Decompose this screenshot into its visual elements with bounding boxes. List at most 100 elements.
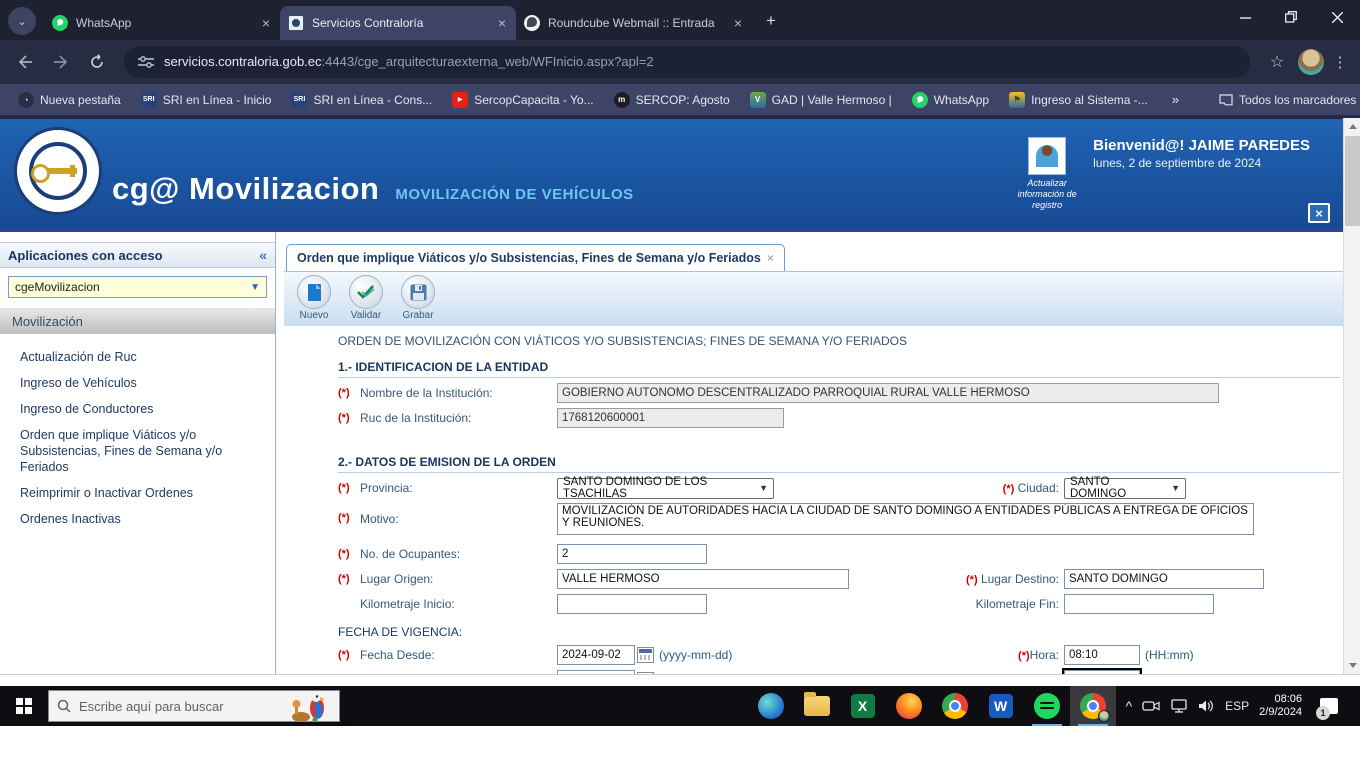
taskbar-edge-button[interactable] bbox=[748, 686, 794, 726]
meet-now-icon[interactable] bbox=[1142, 699, 1160, 713]
user-avatar-icon[interactable] bbox=[1028, 137, 1066, 175]
avatar-caption[interactable]: Actualizar información de registro bbox=[1015, 178, 1079, 211]
hora-hasta-field[interactable] bbox=[1064, 670, 1140, 674]
bookmarks-overflow-button[interactable]: » bbox=[1164, 89, 1187, 110]
new-tab-button[interactable]: + bbox=[758, 8, 784, 34]
required-marker: (*) bbox=[338, 573, 360, 585]
sidebar-item-ingreso-vehiculos[interactable]: Ingreso de Vehículos bbox=[0, 370, 275, 396]
grabar-button[interactable]: Grabar bbox=[396, 275, 440, 326]
form-title: ORDEN DE MOVILIZACIÓN CON VIÁTICOS Y/O S… bbox=[338, 334, 1360, 348]
star-icon: ☆ bbox=[1270, 52, 1284, 72]
browser-profile-avatar[interactable] bbox=[1298, 49, 1324, 75]
bookmark-sri-inicio[interactable]: SRI SRI en Línea - Inicio bbox=[133, 89, 280, 111]
tab-search-button[interactable]: ⌄ bbox=[8, 7, 36, 35]
url-host: servicios.contraloria.gob.ec bbox=[164, 54, 322, 69]
bookmark-sri-consultas[interactable]: SRI SRI en Línea - Cons... bbox=[283, 89, 440, 111]
site-info-icon[interactable] bbox=[138, 55, 154, 69]
chrome-icon bbox=[942, 693, 968, 719]
sidebar-header: Aplicaciones con acceso « bbox=[0, 242, 275, 268]
browser-menu-button[interactable]: ⋮ bbox=[1330, 53, 1350, 71]
tab-servicios-contraloria[interactable]: Servicios Contraloría × bbox=[280, 6, 516, 40]
language-indicator[interactable]: ESP bbox=[1225, 699, 1249, 713]
document-tab[interactable]: Orden que implique Viáticos y/o Subsiste… bbox=[286, 244, 785, 271]
taskbar-word-button[interactable]: W bbox=[978, 686, 1024, 726]
collapse-sidebar-icon[interactable]: « bbox=[259, 247, 267, 263]
bookmark-nueva-pestana[interactable]: ◔ Nueva pestaña bbox=[10, 89, 129, 111]
edge-icon bbox=[758, 693, 784, 719]
restore-button[interactable] bbox=[1268, 0, 1314, 34]
motivo-field[interactable]: MOVILIZACIÓN DE AUTORIDADES HACIA LA CIU… bbox=[557, 503, 1254, 535]
back-button[interactable] bbox=[10, 47, 40, 77]
bookmark-sercopcapacita[interactable]: ▶ SercopCapacita - Yo... bbox=[444, 89, 601, 111]
taskbar-chrome-active-button[interactable] bbox=[1070, 686, 1116, 726]
sidebar-item-ingreso-conductores[interactable]: Ingreso de Conductores bbox=[0, 396, 275, 422]
tab-whatsapp[interactable]: WhatsApp × bbox=[44, 6, 280, 40]
welcome-area: Actualizar información de registro Bienv… bbox=[1015, 137, 1310, 211]
calendar-icon[interactable] bbox=[637, 672, 654, 674]
minimize-button[interactable] bbox=[1222, 0, 1268, 34]
required-marker: (*) bbox=[338, 649, 360, 661]
scroll-up-icon[interactable] bbox=[1344, 118, 1360, 135]
reload-button[interactable] bbox=[82, 47, 112, 77]
bookmark-ingreso-sistema[interactable]: ⚑ Ingreso al Sistema -... bbox=[1001, 89, 1156, 111]
calendar-icon[interactable] bbox=[637, 647, 654, 663]
tab-roundcube[interactable]: Roundcube Webmail :: Entrada × bbox=[516, 6, 752, 40]
scroll-down-icon[interactable] bbox=[1344, 657, 1360, 674]
hora-desde-field[interactable] bbox=[1064, 645, 1140, 665]
bookmark-gad-valle-hermoso[interactable]: V GAD | Valle Hermoso | bbox=[742, 89, 900, 111]
all-bookmarks-button[interactable]: Todos los marcadores bbox=[1211, 90, 1360, 110]
start-button[interactable] bbox=[0, 686, 48, 726]
bookmark-whatsapp[interactable]: WhatsApp bbox=[904, 89, 997, 111]
lugar-destino-label: (*) Lugar Destino: bbox=[934, 572, 1064, 586]
lugar-origen-field[interactable] bbox=[557, 569, 849, 589]
reload-icon bbox=[89, 54, 105, 70]
ocupantes-field[interactable] bbox=[557, 544, 707, 564]
url-text[interactable]: servicios.contraloria.gob.ec:4443/cge_ar… bbox=[164, 53, 654, 71]
sidebar-item-actualizacion-ruc[interactable]: Actualización de Ruc bbox=[0, 344, 275, 370]
taskbar-excel-button[interactable]: X bbox=[840, 686, 886, 726]
notification-center-button[interactable]: 1 bbox=[1314, 691, 1344, 721]
bookmark-sercop-agosto[interactable]: m SERCOP: Agosto bbox=[606, 89, 738, 111]
bookmark-star-button[interactable]: ☆ bbox=[1262, 47, 1292, 77]
volume-icon[interactable] bbox=[1198, 699, 1215, 713]
provincia-select[interactable]: SANTO DOMINGO DE LOS TSACHILAS ▼ bbox=[557, 478, 774, 499]
tab-close-icon[interactable]: × bbox=[260, 15, 272, 31]
ciudad-select[interactable]: SANTO DOMINGO ▼ bbox=[1064, 478, 1186, 499]
taskbar-firefox-button[interactable] bbox=[886, 686, 932, 726]
tab-close-icon[interactable]: × bbox=[496, 15, 508, 31]
fecha-hasta-field[interactable] bbox=[557, 670, 635, 674]
tray-expand-icon[interactable]: ^ bbox=[1126, 698, 1133, 714]
sidebar-item-ordenes-inactivas[interactable]: Ordenes Inactivas bbox=[0, 506, 275, 532]
kilometraje-fin-field[interactable] bbox=[1064, 594, 1214, 614]
sri-icon: SRI bbox=[291, 92, 307, 108]
taskbar-chrome-button[interactable] bbox=[932, 686, 978, 726]
close-button[interactable] bbox=[1314, 0, 1360, 34]
taskbar-explorer-button[interactable] bbox=[794, 686, 840, 726]
session-close-button[interactable]: × bbox=[1308, 203, 1330, 223]
taskbar-search-box[interactable]: Escribe aquí para buscar bbox=[48, 690, 340, 722]
tab-close-icon[interactable]: × bbox=[732, 15, 744, 31]
application-select[interactable]: cgeMovilizacion ▼ bbox=[8, 276, 267, 298]
address-bar[interactable]: servicios.contraloria.gob.ec:4443/cge_ar… bbox=[124, 46, 1250, 78]
scrollbar-thumb[interactable] bbox=[1345, 136, 1360, 226]
update-registration-link[interactable]: Actualizar información de registro bbox=[1015, 137, 1079, 211]
network-icon[interactable] bbox=[1170, 699, 1188, 713]
main-panel: Orden que implique Viáticos y/o Subsiste… bbox=[276, 232, 1360, 674]
document-tab-close-icon[interactable]: × bbox=[767, 251, 774, 265]
sidebar-item-reimprimir-inactivar[interactable]: Reimprimir o Inactivar Ordenes bbox=[0, 480, 275, 506]
bookmark-label: SRI en Línea - Inicio bbox=[163, 93, 272, 107]
sidebar-title: Aplicaciones con acceso bbox=[8, 248, 163, 263]
forward-button[interactable] bbox=[46, 47, 76, 77]
page-scrollbar[interactable] bbox=[1343, 118, 1360, 674]
ruc-institucion-label: Ruc de la Institución: bbox=[360, 411, 557, 425]
fecha-desde-field[interactable] bbox=[557, 645, 635, 665]
kilometraje-inicio-field[interactable] bbox=[557, 594, 707, 614]
taskbar-spotify-button[interactable] bbox=[1024, 686, 1070, 726]
clock[interactable]: 08:06 2/9/2024 bbox=[1259, 693, 1302, 719]
validar-button[interactable]: Validar bbox=[344, 275, 388, 326]
lugar-destino-field[interactable] bbox=[1064, 569, 1264, 589]
globe-icon: ◔ bbox=[18, 92, 34, 108]
motivo-label: Motivo: bbox=[360, 512, 557, 526]
nuevo-button[interactable]: Nuevo bbox=[292, 275, 336, 326]
sidebar-item-orden-viaticos[interactable]: Orden que implique Viáticos y/o Subsiste… bbox=[0, 422, 275, 480]
